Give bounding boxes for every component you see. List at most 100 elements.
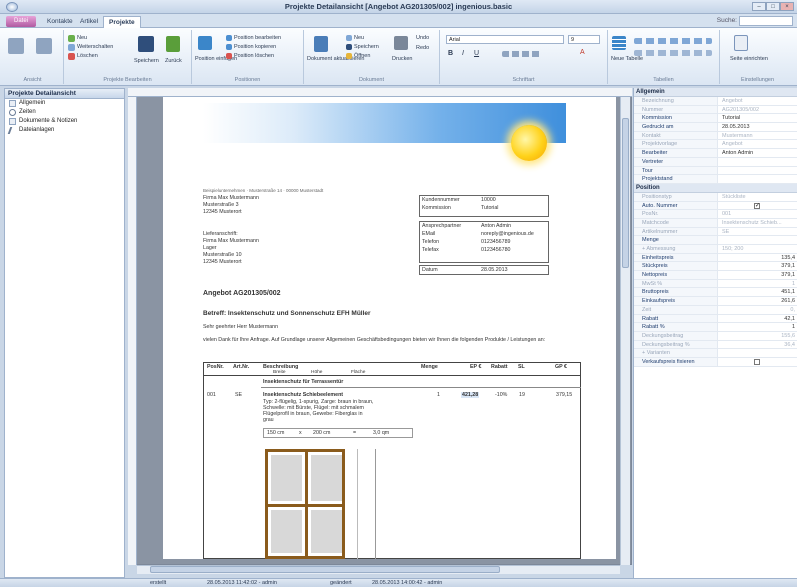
- property-checkbox[interactable]: ✓: [754, 202, 760, 209]
- property-row[interactable]: Nettopreis 379,1: [634, 271, 797, 280]
- property-value[interactable]: SE: [720, 228, 797, 237]
- save-icon[interactable]: [138, 36, 154, 52]
- nav-item-zeiten[interactable]: Zeiten: [5, 108, 124, 117]
- property-row[interactable]: Nummer AG201305/002: [634, 105, 797, 115]
- new-button[interactable]: Neu: [77, 35, 87, 41]
- copy-position-button[interactable]: Position kopieren: [234, 44, 276, 50]
- back-button[interactable]: Zurück: [165, 58, 182, 64]
- tab-kontakte[interactable]: Kontakte: [42, 16, 78, 28]
- property-value[interactable]: 135,4: [720, 254, 797, 263]
- bold-button[interactable]: B: [448, 50, 453, 57]
- edit-position-button[interactable]: Position bearbeiten: [234, 35, 281, 41]
- redo-button[interactable]: Redo: [416, 45, 429, 51]
- property-row[interactable]: Bearbeiter Anton Admin: [634, 149, 797, 158]
- property-value[interactable]: 261,6: [720, 297, 797, 306]
- tab-artikel[interactable]: Artikel: [75, 16, 103, 28]
- property-value[interactable]: 379,1: [720, 271, 797, 280]
- property-row[interactable]: Matchcode Insektenschutz Schieb...: [634, 218, 797, 228]
- back-icon[interactable]: [166, 36, 180, 52]
- document-page[interactable]: Beispielunternehmen · Musterstraße 14 · …: [163, 97, 616, 559]
- refresh-document-icon[interactable]: [314, 36, 328, 52]
- property-value[interactable]: 451,1: [720, 288, 797, 297]
- property-row[interactable]: Auto. Nummer ✓: [634, 201, 797, 211]
- italic-button[interactable]: I: [462, 50, 464, 57]
- property-row[interactable]: Bezeichnung Angebot: [634, 97, 797, 106]
- property-value[interactable]: 28.05.2013: [720, 123, 797, 132]
- maximize-button[interactable]: □: [766, 2, 780, 11]
- property-row[interactable]: PosNr. 001: [634, 210, 797, 219]
- tab-projekte[interactable]: Projekte: [103, 16, 141, 28]
- font-color-button[interactable]: A: [580, 49, 585, 56]
- save-button[interactable]: Speichern: [134, 58, 159, 64]
- property-row[interactable]: + Varianten: [634, 349, 797, 358]
- property-value[interactable]: 150; 200: [720, 245, 797, 254]
- property-value[interactable]: 36,4: [720, 341, 797, 350]
- property-value[interactable]: 379,1: [720, 262, 797, 271]
- property-row[interactable]: Kommission Tutorial: [634, 114, 797, 124]
- doc-new-button[interactable]: Neu: [354, 35, 364, 41]
- property-row[interactable]: Rabatt % 1: [634, 323, 797, 332]
- property-value[interactable]: 155,6: [720, 332, 797, 341]
- duplicate-button[interactable]: Weiterschalten: [77, 44, 113, 50]
- property-value[interactable]: Anton Admin: [720, 149, 797, 158]
- font-size-select[interactable]: 9: [568, 35, 600, 44]
- minimize-button[interactable]: –: [752, 2, 766, 11]
- print-icon[interactable]: [394, 36, 408, 50]
- doc-open-button[interactable]: Öffnen: [354, 53, 370, 59]
- property-row[interactable]: Stückpreis 379,1: [634, 262, 797, 272]
- row-ep[interactable]: 421,28: [461, 392, 480, 398]
- property-value[interactable]: Angebot: [720, 97, 797, 106]
- property-row[interactable]: Deckungsbeitrag 155,6: [634, 331, 797, 341]
- property-row[interactable]: Menge: [634, 236, 797, 245]
- search-input[interactable]: [739, 16, 793, 26]
- property-row[interactable]: Vertreter: [634, 157, 797, 167]
- align-icons[interactable]: [502, 51, 542, 57]
- table-col-icons[interactable]: [634, 50, 712, 56]
- insert-position-icon[interactable]: [198, 36, 212, 50]
- property-value[interactable]: 0,: [720, 306, 797, 315]
- property-value[interactable]: AG201305/002: [720, 106, 797, 115]
- property-value[interactable]: Tutorial: [720, 114, 797, 123]
- vertical-scroll-thumb[interactable]: [622, 118, 629, 268]
- new-table-icon[interactable]: [612, 36, 626, 50]
- property-value[interactable]: Insektenschutz Schieb...: [720, 219, 797, 228]
- doc-save-button[interactable]: Speichern: [354, 44, 379, 50]
- horizontal-scroll-thumb[interactable]: [150, 566, 500, 573]
- property-row[interactable]: Einheitspreis 135,4: [634, 253, 797, 263]
- nav-item-allgemein[interactable]: Allgemein: [5, 99, 124, 108]
- category-allgemein[interactable]: Allgemein: [634, 88, 797, 97]
- delete-button[interactable]: Löschen: [77, 53, 98, 59]
- property-row[interactable]: MwSt % 1: [634, 279, 797, 289]
- print-button[interactable]: Drucken: [392, 56, 412, 62]
- property-row[interactable]: Tour: [634, 166, 797, 176]
- file-menu-button[interactable]: Datei: [6, 16, 36, 27]
- property-row[interactable]: Projektvorlage Angebot: [634, 140, 797, 150]
- nav-item-dateianlagen[interactable]: Dateianlagen: [5, 126, 124, 135]
- property-row[interactable]: Projektstand: [634, 175, 797, 184]
- property-row[interactable]: Rabatt 42,1: [634, 314, 797, 324]
- property-row[interactable]: Verkaufspreis fixieren: [634, 357, 797, 367]
- property-row[interactable]: Einkaufspreis 261,6: [634, 297, 797, 306]
- property-value[interactable]: Angebot: [720, 140, 797, 149]
- view-detail-icon[interactable]: [36, 38, 52, 54]
- font-name-select[interactable]: Arial: [446, 35, 564, 44]
- property-checkbox[interactable]: [754, 358, 760, 365]
- property-row[interactable]: + Abmessung 150; 200: [634, 245, 797, 254]
- page-setup-icon[interactable]: [734, 35, 748, 51]
- close-button[interactable]: ×: [780, 2, 794, 11]
- page-setup-button[interactable]: Seite einrichten: [730, 56, 768, 62]
- property-value[interactable]: 1: [720, 280, 797, 289]
- underline-button[interactable]: U: [474, 50, 479, 57]
- undo-button[interactable]: Undo: [416, 35, 429, 41]
- property-row[interactable]: Zeit 0,: [634, 305, 797, 315]
- category-position[interactable]: Position: [634, 183, 797, 193]
- view-list-icon[interactable]: [8, 38, 24, 54]
- property-row[interactable]: Positionstyp Stückliste: [634, 192, 797, 202]
- property-value[interactable]: 001: [720, 210, 797, 219]
- property-row[interactable]: Deckungsbeitrag % 36,4: [634, 340, 797, 350]
- property-row[interactable]: Bruttopreis 451,1: [634, 288, 797, 298]
- property-value[interactable]: 42,1: [720, 315, 797, 324]
- property-value[interactable]: Mustermann: [720, 132, 797, 141]
- table-row-icons[interactable]: [634, 38, 712, 44]
- new-table-button[interactable]: Neue Tabelle: [611, 56, 643, 62]
